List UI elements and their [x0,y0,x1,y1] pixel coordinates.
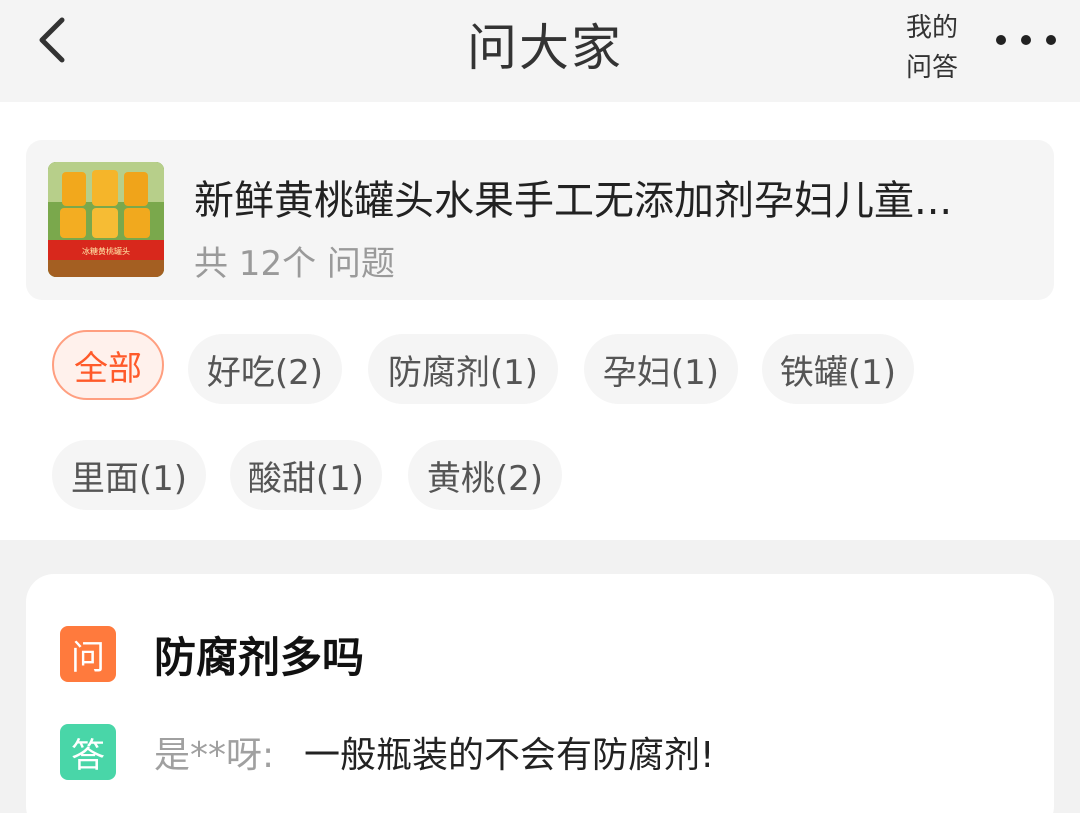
tag-yellow-peach[interactable]: 黄桃(2) [408,440,562,510]
tag-all[interactable]: 全部 [52,330,164,400]
more-dots-icon [1046,35,1056,45]
answer-badge: 答 [60,724,116,780]
qa-card[interactable]: 问 防腐剂多吗 答 是**呀: 一般瓶装的不会有防腐剂! [26,574,1054,813]
tag-tasty[interactable]: 好吃(2) [188,334,342,404]
my-qa-link[interactable]: 我的 问答 [906,8,970,88]
tag-preservative[interactable]: 防腐剂(1) [368,334,558,404]
tag-pregnant[interactable]: 孕妇(1) [584,334,738,404]
question-text: 防腐剂多吗 [154,633,365,682]
tag-inside[interactable]: 里面(1) [52,440,206,510]
more-menu-button[interactable] [996,28,1056,52]
answer-text: 一般瓶装的不会有防腐剂! [304,735,715,776]
tag-iron-can[interactable]: 铁罐(1) [762,334,914,404]
thumbnail-banner-text: 冰糖黄桃罐头 [82,246,130,256]
product-title: 新鲜黄桃罐头水果手工无添加剂孕妇儿童... [194,178,953,224]
answer-username: 是**呀: [154,735,275,776]
question-count: 共 12个 问题 [194,244,395,284]
product-panel: 冰糖黄桃罐头 新鲜黄桃罐头水果手工无添加剂孕妇儿童... 共 12个 问题 全部… [0,102,1080,540]
more-dots-icon [1021,35,1031,45]
more-dots-icon [996,35,1006,45]
my-qa-label-line2: 问答 [906,53,959,83]
my-qa-label-line1: 我的 [906,13,959,43]
navigation-bar: 问大家 我的 问答 [0,0,1080,102]
tag-sweet-sour[interactable]: 酸甜(1) [230,440,382,510]
product-card[interactable]: 冰糖黄桃罐头 新鲜黄桃罐头水果手工无添加剂孕妇儿童... 共 12个 问题 [26,140,1054,300]
product-thumbnail: 冰糖黄桃罐头 [48,162,164,277]
question-badge: 问 [60,626,116,682]
